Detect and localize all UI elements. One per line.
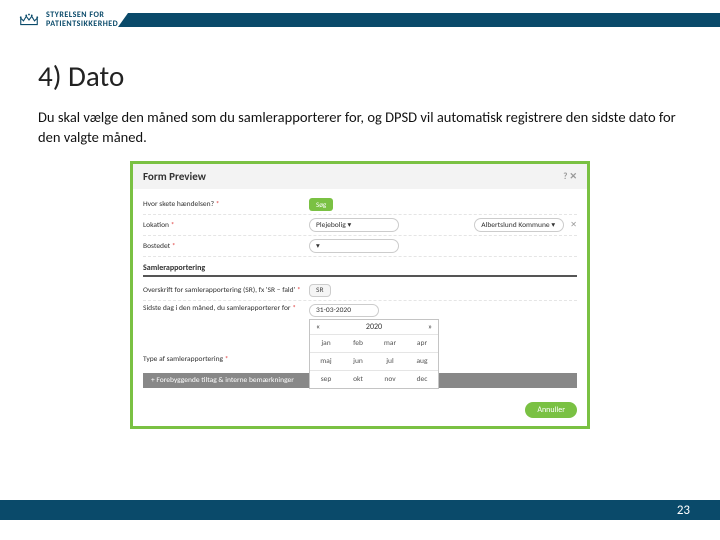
month-jan[interactable]: jan [310, 334, 342, 352]
month-okt[interactable]: okt [342, 370, 374, 388]
month-apr[interactable]: apr [406, 334, 438, 352]
cal-year: 2020 [366, 322, 382, 332]
close-icon[interactable]: ✕ [570, 220, 577, 230]
section-samlerapportering: Samlerapportering [143, 257, 577, 277]
form-title: Form Preview [143, 170, 206, 183]
annuller-button[interactable]: Annuller [525, 402, 577, 418]
month-nov[interactable]: nov [374, 370, 406, 388]
form-title-icons: ? ✕ [563, 171, 577, 182]
cal-months-grid: jan feb mar apr maj jun jul aug sep okt [310, 334, 438, 388]
slide-description: Du skal vælge den måned som du samlerapp… [38, 108, 682, 147]
lokation-field-1[interactable]: Plejebolig ▾ [309, 218, 399, 232]
logo-text: STYRELSEN FOR PATIENTSIKKERHED [46, 11, 118, 29]
lokation-field-2[interactable]: Albertslund Kommune ▾ [474, 218, 564, 232]
slide-footer: 23 [0, 500, 720, 520]
form-screenshot: Form Preview ? ✕ Hvor skete hændelsen? *… [130, 161, 590, 429]
bosted-label: Bostedet * [143, 242, 303, 251]
logo-line-2: PATIENTSIKKERHED [46, 20, 118, 29]
cal-next-icon[interactable]: » [428, 322, 432, 332]
q-where-label: Hvor skete hændelsen? * [143, 200, 303, 209]
month-dec[interactable]: dec [406, 370, 438, 388]
agency-logo: STYRELSEN FOR PATIENTSIKKERHED [18, 11, 118, 29]
q-overskrift-label: Overskrift for samlerapportering (SR), f… [143, 286, 303, 295]
page-number: 23 [677, 503, 690, 518]
slide-header: STYRELSEN FOR PATIENTSIKKERHED [0, 0, 720, 40]
dato-field[interactable]: 31-03-2020 [309, 304, 379, 317]
crown-icon [18, 11, 40, 29]
month-maj[interactable]: maj [310, 352, 342, 370]
header-bar [128, 13, 720, 27]
month-picker[interactable]: « 2020 » jan feb mar apr maj jun [309, 319, 439, 389]
sr-value[interactable]: SR [309, 284, 331, 297]
month-feb[interactable]: feb [342, 334, 374, 352]
month-jul[interactable]: jul [374, 352, 406, 370]
bosted-field[interactable]: ▾ [309, 239, 399, 253]
form-title-bar: Form Preview ? ✕ [133, 164, 587, 189]
cal-prev-icon[interactable]: « [316, 322, 320, 332]
search-button[interactable]: Søg [309, 198, 333, 211]
slide-title: 4) Dato [38, 58, 682, 94]
month-jun[interactable]: jun [342, 352, 374, 370]
month-mar[interactable]: mar [374, 334, 406, 352]
month-aug[interactable]: aug [406, 352, 438, 370]
slide-content: 4) Dato Du skal vælge den måned som du s… [0, 40, 720, 429]
month-sep[interactable]: sep [310, 370, 342, 388]
q-type-label: Type af samlerapportering * [143, 355, 303, 364]
q-sidste-dag-label: Sidste dag i den måned, du samlerapporte… [143, 304, 303, 313]
lokation-label: Lokation * [143, 221, 303, 230]
